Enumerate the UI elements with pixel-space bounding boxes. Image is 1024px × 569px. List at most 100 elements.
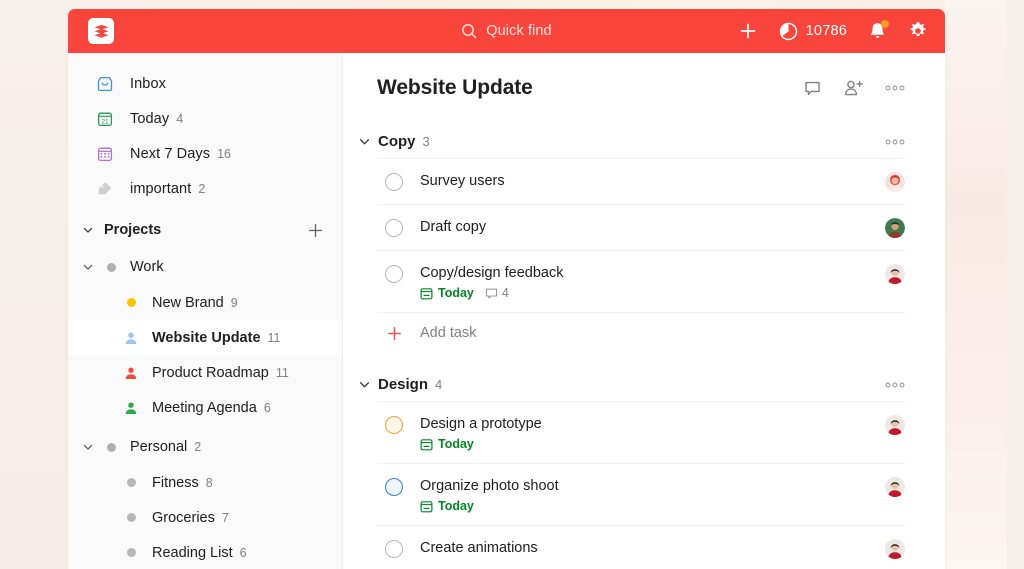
notifications-button[interactable] [868, 20, 889, 41]
task-checkbox[interactable] [385, 540, 403, 558]
shared-project-person-icon [122, 401, 140, 415]
settings-button[interactable] [908, 21, 928, 41]
section-more-options-icon[interactable] [885, 132, 905, 150]
project-count: 7 [221, 510, 229, 525]
task-row[interactable]: Survey users [377, 158, 905, 204]
project-group-personal[interactable]: Personal 2 [68, 429, 342, 465]
sidebar-project-website-update[interactable]: Website Update 11 [68, 320, 342, 355]
task-due-date[interactable]: Today [420, 437, 474, 451]
project-dot-icon [122, 298, 140, 307]
comment-icon[interactable] [803, 79, 822, 98]
sidebar-project-fitness[interactable]: Fitness 8 [68, 465, 342, 500]
comment-count-label: 4 [501, 286, 509, 300]
task-title: Create animations [420, 540, 538, 556]
task-checkbox[interactable] [385, 265, 403, 283]
calendar-today-icon: 21 [96, 110, 118, 128]
task-title: Organize photo shoot [420, 478, 559, 494]
sidebar-projects-header: Projects [68, 211, 342, 249]
karma-value: 10786 [805, 23, 847, 39]
project-count: 8 [205, 475, 213, 490]
section-header-copy: Copy 3 [359, 132, 905, 150]
section-header-design: Design 4 [359, 375, 905, 393]
assignee-avatar[interactable] [885, 415, 905, 435]
plus-icon [385, 326, 403, 341]
task-title: Design a prototype [420, 416, 542, 432]
task-row[interactable]: Organize photo shoot Today [377, 463, 905, 525]
task-checkbox[interactable] [385, 173, 403, 191]
logo-glyph [94, 24, 108, 38]
chevron-down-icon[interactable] [358, 135, 378, 148]
quick-find-search[interactable]: Quick find [461, 23, 552, 39]
more-options-icon[interactable] [885, 85, 905, 91]
project-count: 9 [230, 295, 238, 310]
quick-find-placeholder: Quick find [486, 23, 552, 39]
project-dot-icon [100, 442, 122, 452]
project-label: Website Update [152, 329, 261, 346]
task-row[interactable]: Copy/design feedback Today 4 [377, 250, 905, 312]
task-checkbox[interactable] [385, 478, 403, 496]
task-due-date[interactable]: Today [420, 286, 474, 300]
task-row[interactable]: Design a prototype Today [377, 401, 905, 463]
task-due-date[interactable]: Today [420, 499, 474, 513]
project-label: Product Roadmap [152, 364, 269, 381]
sidebar: Inbox 21 Today 4 Next 7 Days 16 importan… [68, 53, 343, 569]
assignee-avatar[interactable] [885, 218, 905, 238]
assignee-avatar[interactable] [885, 264, 905, 284]
task-metadata: Today 4 [420, 286, 875, 300]
sidebar-item-next-7-days[interactable]: Next 7 Days 16 [68, 136, 342, 171]
page-background-top-strip [0, 0, 1024, 9]
sidebar-label: Inbox [130, 75, 166, 92]
sidebar-item-inbox[interactable]: Inbox [68, 66, 342, 101]
sidebar-project-product-roadmap[interactable]: Product Roadmap 11 [68, 355, 342, 390]
task-content: Organize photo shoot Today [420, 477, 875, 513]
task-row[interactable]: Create animations [377, 525, 905, 569]
sidebar-project-new-brand[interactable]: New Brand 9 [68, 285, 342, 320]
section-name: Copy [378, 132, 416, 150]
task-checkbox[interactable] [385, 219, 403, 237]
add-task-button[interactable] [738, 21, 758, 41]
task-comment-count[interactable]: 4 [485, 286, 509, 300]
task-list-design: Design a prototype Today Organize photo … [377, 401, 905, 569]
task-row[interactable]: Draft copy [377, 204, 905, 250]
top-navigation-bar: Quick find 10786 [68, 9, 945, 53]
assignee-avatar[interactable] [885, 539, 905, 559]
sidebar-count: 4 [176, 111, 184, 126]
sidebar-label: Next 7 Days [130, 145, 211, 162]
gear-icon [910, 22, 926, 36]
task-content: Design a prototype Today [420, 415, 875, 451]
chevron-down-icon[interactable] [358, 378, 378, 391]
project-count: 6 [239, 545, 247, 560]
assignee-avatar[interactable] [885, 172, 905, 192]
sidebar-item-important[interactable]: important 2 [68, 171, 342, 206]
calendar-icon [420, 287, 433, 299]
task-list-copy: Survey users Draft copy Copy/design feed… [377, 158, 905, 351]
karma-button[interactable]: 10786 [779, 22, 847, 41]
chevron-down-icon[interactable] [76, 261, 100, 273]
add-project-button[interactable] [307, 222, 324, 239]
section-name: Design [378, 375, 429, 393]
task-checkbox[interactable] [385, 416, 403, 434]
chevron-down-icon[interactable] [76, 224, 100, 236]
sidebar-project-reading-list[interactable]: Reading List 6 [68, 535, 342, 569]
add-person-icon[interactable] [843, 79, 864, 98]
todoist-logo-icon[interactable] [88, 18, 114, 44]
sidebar-project-groceries[interactable]: Groceries 7 [68, 500, 342, 535]
chevron-down-icon[interactable] [76, 441, 100, 453]
assignee-avatar[interactable] [885, 477, 905, 497]
comment-icon [485, 288, 497, 299]
project-label: Fitness [152, 474, 199, 491]
page-background-right-edge [1007, 0, 1024, 569]
sidebar-label: important [130, 180, 192, 197]
page-background-left [0, 0, 68, 569]
calendar-icon [420, 438, 433, 450]
add-task-label: Add task [420, 325, 477, 341]
project-label: Groceries [152, 509, 215, 526]
sidebar-item-today[interactable]: 21 Today 4 [68, 101, 342, 136]
add-task-button-copy[interactable]: Add task [377, 312, 905, 351]
plus-icon [740, 23, 756, 39]
task-content: Create animations [420, 539, 875, 557]
section-more-options-icon[interactable] [885, 375, 905, 393]
sidebar-project-meeting-agenda[interactable]: Meeting Agenda 6 [68, 390, 342, 425]
shared-project-person-icon [122, 331, 140, 345]
project-group-work[interactable]: Work [68, 249, 342, 285]
